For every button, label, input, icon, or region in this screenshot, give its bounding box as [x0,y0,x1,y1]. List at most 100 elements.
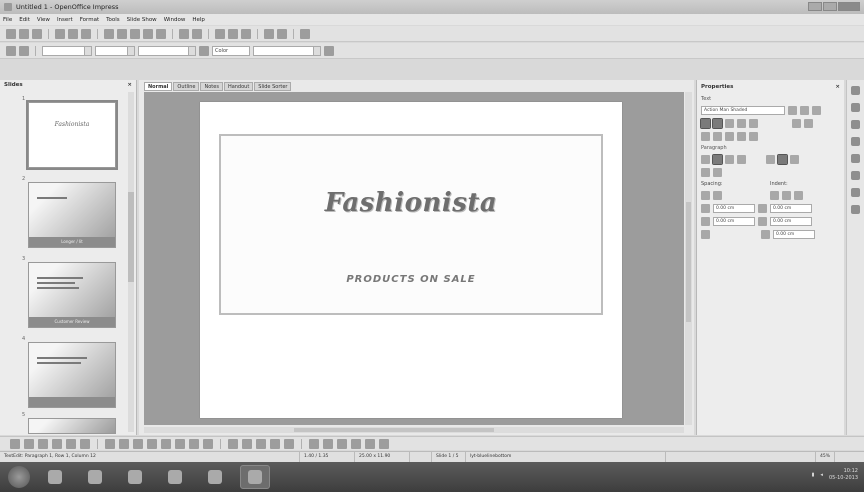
above-paragraph-icon[interactable] [701,204,710,213]
after-text-icon[interactable] [758,217,767,226]
start-button[interactable] [8,466,30,488]
numbering-icon[interactable] [713,168,722,177]
symbol-shapes-icon[interactable] [147,438,157,449]
glue-points-icon[interactable] [242,438,252,449]
menu-slide-show[interactable]: Slide Show [127,17,157,23]
indent-before-field[interactable]: 0.00 cm [770,204,812,213]
clock[interactable]: 10:12 05-10-2013 [829,468,858,482]
callouts-icon[interactable] [189,438,199,449]
chevron-down-icon[interactable] [127,46,134,55]
slide-thumbnail[interactable] [28,418,116,434]
tab-handout[interactable]: Handout [223,82,254,91]
tab-outline[interactable]: Outline [173,82,200,91]
line-color-combo[interactable] [138,45,196,56]
export-pdf-icon[interactable] [68,28,78,39]
format-paintbrush-icon[interactable] [156,28,166,39]
slide-thumbnail[interactable]: Customer Review [28,262,116,328]
print-icon[interactable] [81,28,91,39]
help-icon[interactable] [300,28,310,39]
slide-show-icon[interactable] [277,28,287,39]
align-middle-icon[interactable] [777,154,788,165]
line-width-combo[interactable] [95,45,135,56]
italic-icon[interactable] [712,118,723,129]
scrollbar-thumb[interactable] [686,202,691,322]
rectangle-icon[interactable] [52,438,62,449]
menu-insert[interactable]: Insert [57,17,73,23]
title-placeholder[interactable]: Fashionista PRODUCTS ON SALE [219,134,603,315]
stars-icon[interactable] [203,438,213,449]
animation-icon[interactable] [365,438,375,449]
redo-icon[interactable] [192,28,202,39]
menu-window[interactable]: Window [164,17,186,23]
basic-shapes-icon[interactable] [133,438,143,449]
maximize-button[interactable] [823,2,837,11]
points-icon[interactable] [228,438,238,449]
menu-view[interactable]: View [37,17,50,23]
slide-page[interactable]: Fashionista PRODUCTS ON SALE [200,102,622,418]
bold-icon[interactable] [700,118,711,129]
font-size-icon[interactable] [800,106,809,115]
gallery-tab-icon[interactable] [851,188,860,197]
area-style-combo[interactable]: Color [212,45,250,56]
menu-tools[interactable]: Tools [106,17,120,23]
character-spacing-icon[interactable] [725,132,734,141]
edit-file-icon[interactable] [55,28,65,39]
paste-icon[interactable] [143,28,153,39]
taskbar-chrome-icon[interactable] [160,465,190,489]
first-line-icon[interactable] [761,230,770,239]
before-text-icon[interactable] [758,204,767,213]
increase-indent-icon[interactable] [770,191,779,200]
align-right-icon[interactable] [725,155,734,164]
editor-horizontal-scrollbar[interactable] [144,427,684,433]
chevron-down-icon[interactable] [188,46,195,55]
area-icon[interactable] [199,45,209,56]
first-line-field[interactable]: 0.00 cm [773,230,815,239]
slide-canvas[interactable]: Fashionista PRODUCTS ON SALE [144,92,684,425]
properties-close-icon[interactable]: × [835,84,840,90]
slide-thumbnail[interactable] [28,342,116,408]
flowchart-icon[interactable] [175,438,185,449]
curve-icon[interactable] [105,438,115,449]
below-paragraph-icon[interactable] [701,217,710,226]
align-top-icon[interactable] [766,155,775,164]
slide-thumbnail[interactable]: Fashionista [26,100,118,170]
font-dropdown-icon[interactable] [788,106,797,115]
new-document-icon[interactable] [6,28,16,39]
shadow-icon[interactable] [324,45,334,56]
highlight-icon[interactable] [737,132,746,141]
alignment-icon[interactable] [323,438,333,449]
cut-icon[interactable] [117,28,127,39]
transition-tab-icon[interactable] [851,154,860,163]
menu-edit[interactable]: Edit [19,17,30,23]
zoom-icon[interactable] [264,28,274,39]
connector-icon[interactable] [119,438,129,449]
rotate-icon[interactable] [309,438,319,449]
undo-icon[interactable] [179,28,189,39]
paragraph-section-header[interactable]: Paragraph [701,145,840,151]
tab-notes[interactable]: Notes [200,82,223,91]
zoom-slider[interactable] [666,452,816,462]
copy-icon[interactable] [130,28,140,39]
properties-tab-icon[interactable] [851,86,860,95]
scrollbar-thumb[interactable] [294,428,494,432]
fontwork-icon[interactable] [256,438,266,449]
menu-help[interactable]: Help [192,17,205,23]
chart-icon[interactable] [215,28,225,39]
animation-tab-icon[interactable] [851,137,860,146]
select-icon[interactable] [10,438,20,449]
chevron-down-icon[interactable] [313,46,320,55]
hanging-indent-icon[interactable] [794,191,803,200]
editor-vertical-scrollbar[interactable] [685,92,692,425]
arrow-style-icon[interactable] [6,45,16,56]
minimize-button[interactable] [808,2,822,11]
slide-thumbnail[interactable]: Longer / lit [28,182,116,248]
table-icon[interactable] [228,28,238,39]
decrease-font-icon[interactable] [804,119,813,128]
increase-spacing-icon[interactable] [701,191,710,200]
shadow-text-icon[interactable] [749,119,758,128]
menu-format[interactable]: Format [80,17,99,23]
spacing-below-field[interactable]: 0.00 cm [713,217,755,226]
subscript-icon[interactable] [713,132,722,141]
fill-color-combo[interactable] [253,45,321,56]
align-left-icon[interactable] [701,155,710,164]
